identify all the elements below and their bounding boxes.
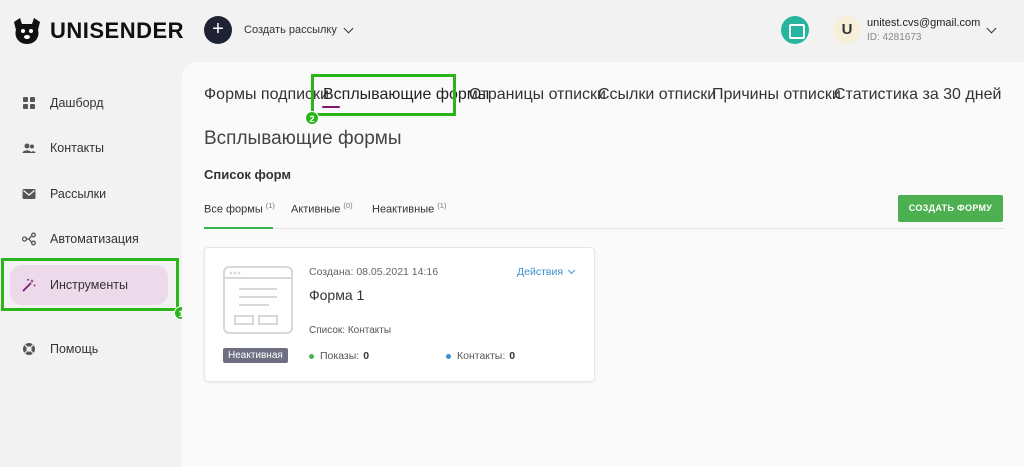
sidebar-item-campaigns[interactable]: Рассылки — [10, 174, 168, 214]
sidebar-item-contacts[interactable]: Контакты — [10, 128, 168, 168]
form-thumbnail-icon — [223, 266, 293, 334]
section-title: Список форм — [204, 167, 292, 182]
filter-label: Неактивные — [372, 203, 435, 216]
form-name[interactable]: Форма 1 — [309, 287, 364, 303]
user-id: ID: 4281673 — [867, 32, 922, 43]
shows-stat: Показы: 0 — [309, 350, 369, 362]
form-created-date: Создана: 08.05.2021 14:16 — [309, 266, 439, 278]
filter-active[interactable]: Активные (0) — [291, 201, 353, 216]
chevron-down-icon — [567, 266, 576, 275]
shows-value: 0 — [363, 350, 370, 362]
tab-unsubscribe-links[interactable]: Ссылки отписки — [598, 86, 716, 104]
sidebar-item-label: Рассылки — [50, 187, 107, 201]
filter-inactive[interactable]: Неактивные (1) — [372, 201, 446, 216]
chevron-down-icon — [343, 23, 354, 33]
filter-count: (1) — [265, 201, 275, 210]
create-campaign-label: Создать рассылку — [244, 24, 337, 36]
contacts-label: Контакты: — [457, 350, 506, 362]
filter-count: (1) — [437, 201, 447, 210]
page-title: Всплывающие формы — [204, 128, 402, 149]
create-campaign-button[interactable]: + — [204, 16, 232, 44]
tab-unsubscribe-reasons[interactable]: Причины отписки — [712, 86, 841, 104]
avatar[interactable]: U — [833, 16, 861, 44]
actions-label: Действия — [517, 266, 564, 278]
automation-icon — [22, 232, 36, 246]
filter-label: Все формы — [204, 203, 263, 216]
filter-divider — [204, 228, 1004, 229]
sidebar-item-label: Дашборд — [50, 96, 104, 110]
popup-forms-highlight-frame — [311, 74, 456, 116]
sidebar-item-automation[interactable]: Автоматизация — [10, 219, 168, 259]
form-card[interactable]: Неактивная Создана: 08.05.2021 14:16 Дей… — [204, 247, 595, 382]
filter-all-forms[interactable]: Все формы (1) — [204, 201, 275, 216]
step-badge-2: 2 — [305, 111, 319, 125]
blue-dot-icon — [446, 353, 451, 359]
active-filter-indicator — [204, 227, 273, 229]
contacts-stat: Контакты: 0 — [446, 350, 515, 362]
sidebar-item-label: Автоматизация — [50, 232, 139, 246]
filter-count: (0) — [343, 201, 353, 210]
brand-name: UNISENDER — [50, 18, 185, 43]
top-bar: UNISENDER + Создать рассылку U unitest.c… — [0, 0, 1024, 62]
knowledge-base-icon[interactable] — [781, 16, 809, 44]
contacts-icon — [22, 141, 36, 155]
filter-label: Активные — [291, 203, 341, 216]
dog-logo-icon — [14, 18, 40, 44]
tab-unsubscribe-pages[interactable]: Страницы отписки — [469, 86, 606, 104]
green-dot-icon — [309, 353, 314, 359]
help-lifebuoy-icon — [22, 342, 36, 356]
contacts-value: 0 — [509, 350, 516, 362]
create-form-button[interactable]: СОЗДАТЬ ФОРМУ — [898, 195, 1003, 222]
user-menu-chevron-icon[interactable] — [986, 23, 997, 34]
sidebar-item-help[interactable]: Помощь — [10, 329, 168, 369]
sidebar-item-label: Контакты — [50, 141, 104, 155]
sidebar-item-dashboard[interactable]: Дашборд — [10, 83, 168, 123]
tools-highlight-frame — [1, 258, 179, 311]
form-list: Список: Контакты — [309, 325, 392, 336]
user-email[interactable]: unitest.cvs@gmail.com — [867, 17, 980, 29]
create-campaign-dropdown[interactable]: Создать рассылку — [244, 23, 354, 36]
actions-dropdown[interactable]: Действия — [517, 266, 576, 278]
logo[interactable]: UNISENDER — [10, 16, 184, 46]
mail-icon — [22, 187, 36, 201]
tab-statistics-30-days[interactable]: Статистика за 30 дней — [834, 86, 1001, 104]
status-badge: Неактивная — [223, 348, 288, 363]
sidebar-item-label: Помощь — [50, 342, 99, 356]
shows-label: Показы: — [320, 350, 360, 362]
dashboard-icon — [22, 96, 36, 110]
